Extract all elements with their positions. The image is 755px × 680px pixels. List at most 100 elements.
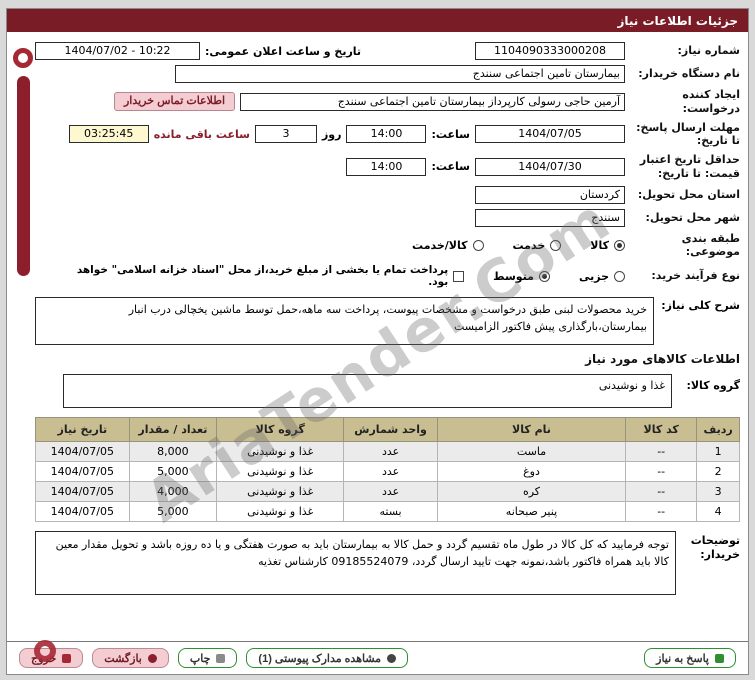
table-row: 2 -- دوغ عدد غذا و نوشیدنی 5,000 1404/07… bbox=[35, 461, 740, 482]
cell-count-unit: عدد bbox=[343, 481, 438, 502]
cell-item-group: غذا و نوشیدنی bbox=[216, 441, 345, 462]
reply-deadline-days-label: روز bbox=[321, 127, 342, 141]
reply-deadline-days: 3 bbox=[254, 125, 317, 144]
row-request-creator: ایجاد کننده درخواست: آرمین حاجی رسولی کا… bbox=[35, 88, 740, 116]
goods-group-section: گروه کالا: غذا و نوشیدنی bbox=[35, 374, 740, 408]
radio-goods-service-icon[interactable] bbox=[472, 239, 484, 251]
cell-item-name: دوغ bbox=[436, 461, 627, 482]
process-option-medium[interactable]: متوسط bbox=[493, 270, 550, 283]
price-validity-time: 14:00 bbox=[346, 157, 427, 176]
province-label: استان محل تحویل: bbox=[637, 187, 740, 201]
buyer-org-label: نام دستگاه خریدار: bbox=[638, 67, 740, 81]
cell-row-index: 1 bbox=[696, 441, 740, 462]
cell-count-unit: عدد bbox=[343, 441, 438, 462]
row-province: استان محل تحویل: کردستان bbox=[35, 185, 740, 204]
goods-section-title: اطلاعات کالاهای مورد نیاز bbox=[585, 352, 740, 366]
radio-medium-icon[interactable] bbox=[538, 270, 550, 282]
announce-datetime-label: تاریخ و ساعت اعلان عمومی: bbox=[205, 44, 362, 58]
announce-datetime-value: 1404/07/02 - 10:22 bbox=[35, 42, 200, 60]
content: شماره نیاز: 1104090333000208 تاریخ و ساع… bbox=[7, 32, 748, 641]
cell-count-unit: عدد bbox=[343, 461, 438, 482]
exit-icon bbox=[62, 653, 72, 663]
goods-table: ردیف کد کالا نام کالا واحد شمارش گروه کا… bbox=[35, 417, 740, 522]
description-value: خرید محصولات لبنی طبق درخواست و مشخصات پ… bbox=[35, 297, 654, 345]
buyer-notes-value: توجه فرمایید که کل کالا در طول ماه تقسیم… bbox=[35, 531, 676, 595]
price-validity-date: 1404/07/30 bbox=[475, 157, 625, 176]
reply-deadline-date: 1404/07/05 bbox=[475, 125, 625, 144]
row-process-type: نوع فرآیند خرید: جزیی متوسط پرداخت تمام … bbox=[35, 264, 740, 288]
radio-goods-icon[interactable] bbox=[614, 239, 625, 251]
treasury-checkbox[interactable] bbox=[453, 270, 465, 282]
city-value: سنندج bbox=[475, 208, 625, 227]
city-label: شهر محل تحویل: bbox=[645, 210, 740, 224]
print-label: چاپ bbox=[189, 652, 211, 665]
reply-to-need-button[interactable]: پاسخ به نیاز bbox=[644, 648, 736, 668]
view-attachments-button[interactable]: مشاهده مدارک پیوستی (1) bbox=[246, 648, 409, 668]
reply-deadline-time: 14:00 bbox=[346, 125, 427, 144]
cell-row-index: 2 bbox=[696, 461, 740, 482]
province-value: کردستان bbox=[475, 185, 625, 204]
classification-option-goods-service-label: کالا/خدمت bbox=[412, 238, 468, 252]
cell-quantity: 5,000 bbox=[128, 461, 218, 482]
row-classification: طبقه بندی موضوعی: کالا خدمت کالا/خدمت bbox=[35, 232, 740, 260]
classification-label: طبقه بندی موضوعی: bbox=[681, 231, 740, 259]
exit-label: خروج bbox=[31, 652, 57, 665]
need-number-label: شماره نیاز: bbox=[677, 44, 740, 58]
buyer-notes-section: توضیحات خریدار: توجه فرمایید که کل کالا … bbox=[35, 531, 740, 595]
buyer-contact-button[interactable]: اطلاعات تماس خریدار bbox=[113, 92, 235, 112]
row-reply-deadline: مهلت ارسال پاسخ: تا تاریخ: 1404/07/05 سا… bbox=[35, 121, 740, 149]
print-icon bbox=[216, 653, 226, 663]
description-label: شرح کلی نیاز: bbox=[661, 299, 740, 312]
attachments-icon bbox=[387, 653, 397, 663]
back-label: بازگشت bbox=[104, 652, 142, 665]
classification-option-service[interactable]: خدمت bbox=[513, 239, 562, 252]
request-creator-value: آرمین حاجی رسولی کارپرداز بیمارستان تامی… bbox=[240, 92, 625, 111]
description-section: شرح کلی نیاز: خرید محصولات لبنی طبق درخو… bbox=[35, 297, 740, 345]
cell-item-code: -- bbox=[625, 461, 698, 482]
row-buyer-org: نام دستگاه خریدار: بیمارستان تامین اجتما… bbox=[35, 65, 740, 83]
process-type-label: نوع فرآیند خرید: bbox=[651, 269, 740, 283]
process-option-minor[interactable]: جزیی bbox=[579, 270, 625, 283]
cell-need-date: 1404/07/05 bbox=[35, 501, 130, 522]
process-option-medium-label: متوسط bbox=[493, 269, 534, 283]
print-button[interactable]: چاپ bbox=[177, 648, 238, 668]
cell-item-group: غذا و نوشیدنی bbox=[216, 501, 345, 522]
cell-quantity: 5,000 bbox=[128, 501, 218, 522]
back-icon bbox=[147, 653, 157, 663]
radio-service-icon[interactable] bbox=[550, 239, 562, 251]
reply-icon bbox=[715, 653, 724, 663]
cell-quantity: 4,000 bbox=[128, 481, 218, 502]
row-city: شهر محل تحویل: سنندج bbox=[35, 208, 740, 227]
radio-minor-icon[interactable] bbox=[614, 270, 625, 282]
price-validity-time-label: ساعت: bbox=[431, 160, 470, 174]
cell-item-code: -- bbox=[625, 501, 698, 522]
goods-table-header-row: ردیف کد کالا نام کالا واحد شمارش گروه کا… bbox=[35, 417, 740, 442]
classification-option-goods[interactable]: کالا bbox=[590, 239, 625, 252]
table-row: 4 -- پنیر صبحانه بسته غذا و نوشیدنی 5,00… bbox=[35, 501, 740, 522]
cell-item-name: کره bbox=[436, 481, 627, 502]
exit-button[interactable]: خروج bbox=[19, 648, 84, 668]
col-count-unit: واحد شمارش bbox=[343, 417, 438, 442]
col-need-date: تاریخ نیاز bbox=[35, 417, 130, 442]
cell-item-code: -- bbox=[625, 441, 698, 462]
back-button[interactable]: بازگشت bbox=[92, 648, 169, 668]
price-validity-label: حداقل تاریخ اعتبار قیمت: تا تاریخ: bbox=[639, 153, 740, 180]
process-option-minor-label: جزیی bbox=[578, 269, 609, 283]
cell-item-name: پنیر صبحانه bbox=[436, 501, 627, 522]
reply-to-need-label: پاسخ به نیاز bbox=[656, 652, 709, 665]
treasury-option[interactable]: پرداخت تمام یا بخشی از مبلغ خرید،از محل … bbox=[59, 264, 465, 288]
remaining-time-label: ساعت باقی مانده bbox=[153, 127, 250, 141]
view-attachments-label: مشاهده مدارک پیوستی (1) bbox=[258, 652, 382, 665]
cell-need-date: 1404/07/05 bbox=[35, 481, 130, 502]
page: جزئیات اطلاعات نیاز شماره نیاز: 11040903… bbox=[0, 0, 755, 680]
col-item-code: کد کالا bbox=[625, 417, 698, 442]
col-item-name: نام کالا bbox=[436, 417, 627, 442]
classification-option-goods-label: کالا bbox=[590, 238, 609, 252]
page-title: جزئیات اطلاعات نیاز bbox=[617, 13, 738, 28]
classification-option-goods-service[interactable]: کالا/خدمت bbox=[412, 238, 484, 252]
remaining-time-value: 03:25:45 bbox=[68, 125, 149, 144]
reply-deadline-label: مهلت ارسال پاسخ: تا تاریخ: bbox=[636, 120, 740, 148]
classification-option-service-label: خدمت bbox=[512, 238, 546, 252]
col-item-group: گروه کالا bbox=[216, 417, 345, 442]
table-row: 1 -- ماست عدد غذا و نوشیدنی 8,000 1404/0… bbox=[35, 441, 740, 462]
